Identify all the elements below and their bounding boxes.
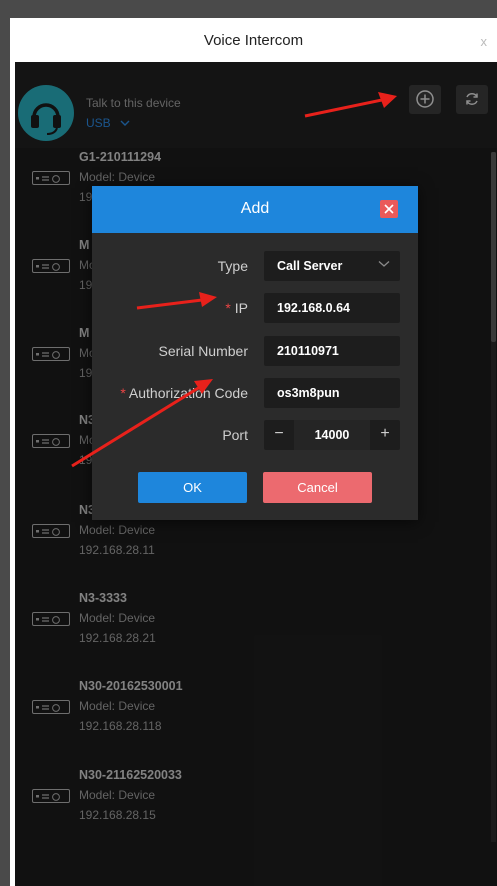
port-label: Port	[222, 427, 248, 443]
dialog-close-button[interactable]	[380, 200, 398, 218]
port-decrement-button[interactable]: −	[264, 420, 294, 450]
type-value: Call Server	[277, 259, 343, 273]
port-input[interactable]: 14000	[294, 420, 370, 450]
type-select[interactable]: Call Server	[264, 251, 400, 281]
ok-button[interactable]: OK	[138, 472, 247, 503]
add-device-dialog: Add Type Call Server * IP 192.168.0.64 S…	[92, 186, 418, 520]
title-bar: Voice Intercom x	[10, 18, 497, 62]
close-icon	[384, 204, 394, 214]
window-close-button[interactable]: x	[481, 34, 488, 49]
app-panel: Talk to this device USB G1-210111294 Mod…	[15, 62, 497, 886]
ip-input[interactable]: 192.168.0.64	[264, 293, 400, 323]
type-label: Type	[217, 258, 248, 274]
type-row: Type Call Server	[92, 251, 418, 281]
required-marker: *	[120, 385, 126, 401]
port-stepper: − 14000 +	[264, 420, 400, 450]
cancel-button[interactable]: Cancel	[263, 472, 372, 503]
port-row: Port − 14000 +	[92, 420, 418, 450]
ip-row: * IP 192.168.0.64	[92, 293, 418, 323]
dialog-title: Add	[240, 200, 270, 217]
port-increment-button[interactable]: +	[370, 420, 400, 450]
voice-intercom-window: Voice Intercom x Talk to this device USB	[10, 18, 497, 886]
authorization-code-input[interactable]: os3m8pun	[264, 378, 400, 408]
serial-number-input[interactable]: 210110971	[264, 336, 400, 366]
serial-number-label: Serial Number	[158, 343, 248, 359]
dialog-header: Add	[92, 186, 418, 233]
ip-label: * IP	[225, 300, 248, 316]
authorization-row: * Authorization Code os3m8pun	[92, 378, 418, 408]
authorization-code-label: * Authorization Code	[120, 385, 248, 401]
required-marker: *	[225, 300, 231, 316]
window-title: Voice Intercom	[203, 32, 304, 49]
serial-row: Serial Number 210110971	[92, 336, 418, 366]
chevron-down-icon	[378, 261, 390, 267]
